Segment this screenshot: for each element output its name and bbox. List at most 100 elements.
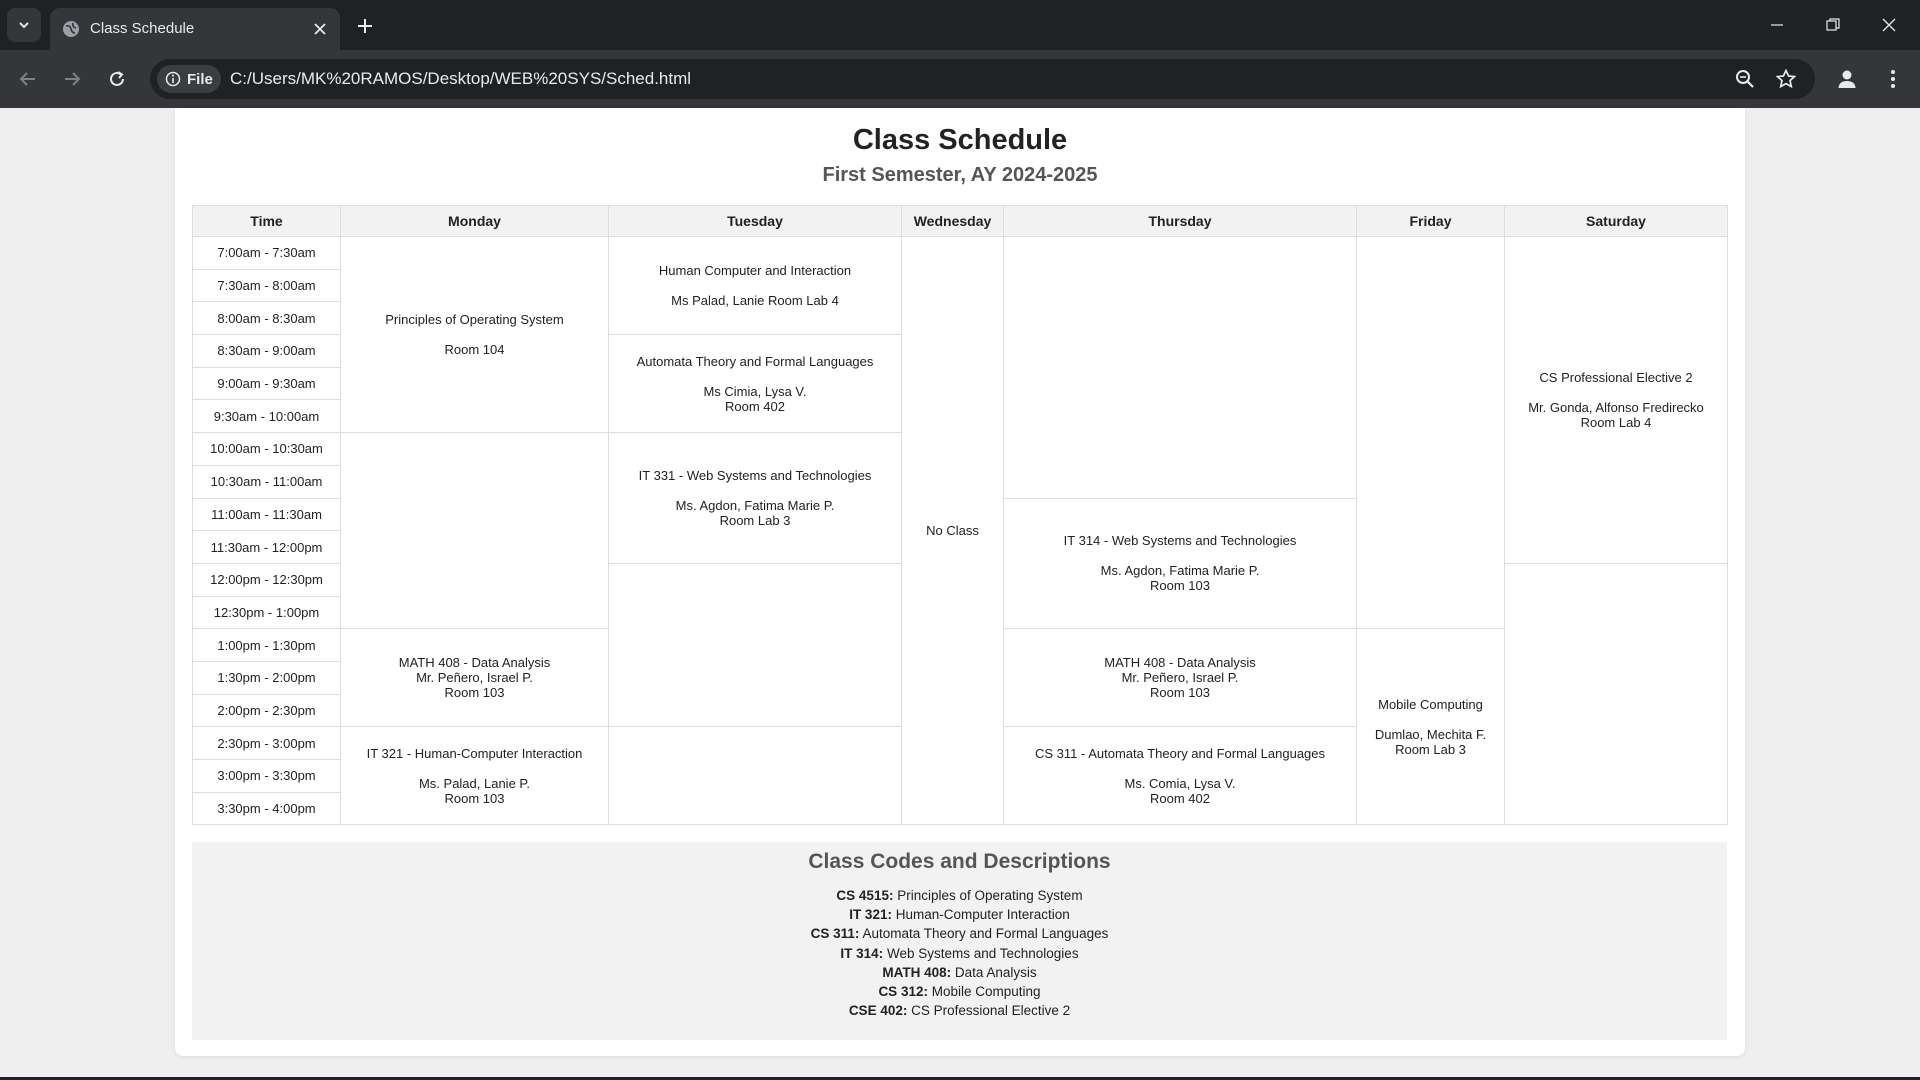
class-instructor: Dumlao, Mechita F.: [1374, 726, 1487, 742]
menu-icon: [1891, 70, 1895, 88]
list-item: IT 314: Web Systems and Technologies: [192, 944, 1727, 963]
restore-button[interactable]: [1805, 0, 1861, 50]
reload-icon: [110, 71, 124, 86]
browser-toolbar: File C:/Users/MK%20RAMOS/Desktop/WEB%20S…: [0, 50, 1920, 108]
time-slot: 7:00am - 7:30am: [192, 236, 341, 270]
info-icon: [165, 71, 181, 87]
reload-button[interactable]: [102, 64, 132, 94]
minimize-icon: [1771, 24, 1783, 26]
class-room: Room Lab 3: [1395, 741, 1466, 757]
list-item: IT 321: Human-Computer Interaction: [192, 905, 1727, 924]
time-slot: 3:30pm - 4:00pm: [192, 791, 341, 826]
class-room: Room 103: [444, 685, 505, 701]
class-room: Room 402: [725, 398, 785, 414]
class-instructor: Mr. Peñero, Israel P.: [1121, 670, 1239, 686]
header-tuesday: Tuesday: [608, 205, 902, 237]
class-code: IT 321:: [849, 907, 892, 923]
browser-tab-bar: Class Schedule: [0, 0, 1920, 50]
time-slot: 10:30am - 11:00am: [192, 464, 341, 499]
class-title: CS Professional Elective 2: [1539, 369, 1693, 385]
class-code: CS 311:: [810, 926, 860, 942]
time-slot: 9:30am - 10:00am: [192, 399, 341, 434]
empty-cell-tuesday: [608, 562, 902, 728]
class-title: Human Computer and Interaction: [658, 263, 852, 279]
time-slot: 10:00am - 10:30am: [192, 432, 341, 466]
header-saturday: Saturday: [1504, 205, 1728, 237]
empty-cell-tuesday-afternoon: [608, 726, 902, 826]
close-icon: [314, 23, 326, 35]
time-slot: 2:30pm - 3:00pm: [192, 726, 341, 760]
class-description: Web Systems and Technologies: [886, 945, 1079, 961]
tab-list-button[interactable]: [7, 8, 41, 42]
empty-cell-monday: [340, 432, 609, 630]
profile-button[interactable]: [1834, 66, 1860, 92]
class-cell-saturday-elective: CS Professional Elective 2 Mr. Gonda, Al…: [1504, 236, 1728, 564]
time-slot: 11:00am - 11:30am: [192, 497, 341, 532]
table-row: 7:00am - 7:30am Principles of Operating …: [192, 235, 1728, 826]
tab-close-button[interactable]: [310, 19, 330, 39]
header-friday: Friday: [1356, 205, 1505, 237]
new-tab-button[interactable]: [352, 13, 378, 39]
list-item: CS 4515: Principles of Operating System: [192, 886, 1727, 905]
class-cell-tuesday-automata: Automata Theory and Formal Languages Ms …: [608, 334, 902, 434]
header-wednesday: Wednesday: [901, 205, 1004, 237]
header-thursday: Thursday: [1003, 205, 1357, 237]
class-cell-monday-pos: Principles of Operating System Room 104: [340, 235, 609, 434]
class-description: Data Analysis: [954, 964, 1037, 980]
class-cell-thursday-math: MATH 408 - Data Analysis Mr. Peñero, Isr…: [1003, 628, 1357, 728]
minimize-button[interactable]: [1749, 0, 1805, 50]
class-description: Principles of Operating System: [897, 888, 1083, 903]
class-description: Mobile Computing: [931, 984, 1041, 1000]
time-slot: 9:00am - 9:30am: [192, 366, 341, 401]
url-text[interactable]: C:/Users/MK%20RAMOS/Desktop/WEB%20SYS/Sc…: [230, 69, 691, 89]
schedule-card: Class Schedule First Semester, AY 2024-2…: [175, 108, 1745, 1056]
class-code: IT 314:: [840, 945, 884, 961]
class-code: MATH 408:: [882, 964, 952, 980]
site-info-chip[interactable]: File: [157, 65, 221, 93]
class-instructor: Mr. Peñero, Israel P.: [416, 670, 533, 686]
class-instructor: Ms Cimia, Lysa V.: [703, 383, 807, 399]
class-code: CSE 402:: [848, 1003, 908, 1019]
class-code: CS 4515:: [836, 888, 894, 903]
list-item: CS 311: Automata Theory and Formal Langu…: [192, 924, 1727, 943]
class-title: MATH 408 - Data Analysis: [1104, 655, 1256, 671]
site-chip-label: File: [187, 70, 213, 88]
class-description: Human-Computer Interaction: [895, 907, 1070, 923]
time-slot: 2:00pm - 2:30pm: [192, 693, 341, 728]
address-bar[interactable]: File C:/Users/MK%20RAMOS/Desktop/WEB%20S…: [150, 59, 1815, 99]
zoom-icon: [1736, 70, 1754, 88]
back-arrow-icon: [19, 72, 35, 86]
time-slot: 12:30pm - 1:00pm: [192, 595, 341, 630]
schedule-table: Time Monday Tuesday Wednesday Thursday F…: [192, 205, 1728, 826]
bookmark-button[interactable]: [1774, 67, 1798, 91]
active-tab[interactable]: Class Schedule: [50, 8, 340, 50]
no-class-label: No Class: [926, 523, 979, 539]
page-subtitle: First Semester, AY 2024-2025: [822, 164, 1098, 186]
class-room: Room 103: [1150, 578, 1210, 594]
class-title: MATH 408 - Data Analysis: [398, 655, 551, 671]
time-slot: 1:00pm - 1:30pm: [192, 628, 341, 662]
back-button[interactable]: [13, 64, 43, 94]
class-instructor: Ms. Agdon, Fatima Marie P.: [675, 498, 835, 513]
tab-list-icon: [19, 22, 29, 29]
class-title: IT 331 - Web Systems and Technologies: [638, 468, 872, 483]
class-instructor: Ms. Palad, Lanie P.: [418, 775, 531, 791]
browser-menu-button[interactable]: [1880, 66, 1906, 92]
codes-list: CS 4515: Principles of Operating System …: [192, 886, 1727, 1020]
star-icon: [1776, 69, 1796, 89]
tab-title: Class Schedule: [90, 20, 195, 37]
close-window-icon: [1882, 18, 1896, 32]
page-title: Class Schedule: [852, 124, 1068, 156]
class-description: CS Professional Elective 2: [911, 1003, 1071, 1019]
class-instructor: Ms. Comia, Lysa V.: [1124, 775, 1236, 791]
plus-icon: [358, 19, 372, 33]
time-slot: 11:30am - 12:00pm: [192, 530, 341, 564]
zoom-button[interactable]: [1733, 67, 1757, 91]
list-item: CSE 402: CS Professional Elective 2: [192, 1001, 1727, 1020]
forward-button[interactable]: [57, 64, 87, 94]
close-window-button[interactable]: [1861, 0, 1917, 50]
empty-cell-thursday: [1003, 236, 1357, 499]
class-room: Room 103: [444, 790, 505, 806]
class-title: CS 311 - Automata Theory and Formal Lang…: [1034, 745, 1326, 761]
header-time: Time: [192, 205, 341, 237]
